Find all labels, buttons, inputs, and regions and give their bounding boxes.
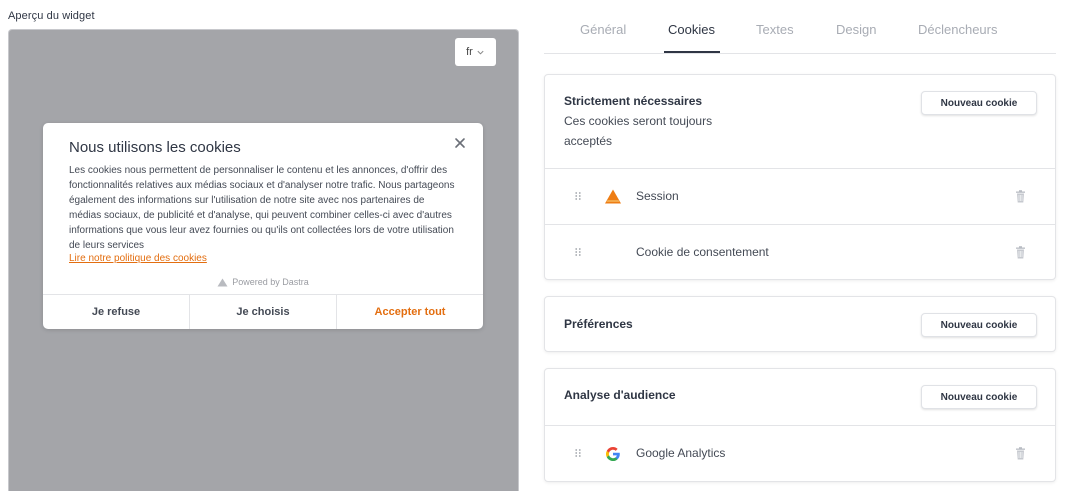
tab-declencheurs[interactable]: Déclencheurs bbox=[918, 22, 998, 37]
cookie-row-google-analytics[interactable]: Google Analytics bbox=[545, 425, 1055, 481]
modal-title: Nous utilisons les cookies bbox=[69, 139, 241, 156]
section-necessary: Strictement nécessaires Ces cookies sero… bbox=[544, 74, 1056, 280]
refuse-button[interactable]: Je refuse bbox=[43, 295, 189, 329]
tab-general[interactable]: Général bbox=[580, 22, 626, 37]
section-audience-title: Analyse d'audience bbox=[564, 388, 676, 402]
chevron-down-icon bbox=[477, 50, 484, 55]
powered-by: Powered by Dastra bbox=[43, 277, 483, 287]
modal-body-text: Les cookies nous permettent de personnal… bbox=[69, 165, 455, 251]
new-cookie-button-preferences[interactable]: Nouveau cookie bbox=[921, 313, 1037, 337]
tab-design[interactable]: Design bbox=[836, 22, 876, 37]
trash-icon[interactable] bbox=[1015, 447, 1026, 460]
preview-label: Aperçu du widget bbox=[8, 10, 95, 22]
tab-cookies[interactable]: Cookies bbox=[668, 22, 715, 37]
close-icon[interactable] bbox=[453, 136, 467, 150]
language-value: fr bbox=[466, 46, 473, 58]
section-preferences-title: Préférences bbox=[564, 317, 633, 331]
new-cookie-button-necessary[interactable]: Nouveau cookie bbox=[921, 91, 1037, 115]
cookie-label: Cookie de consentement bbox=[636, 245, 769, 259]
google-icon bbox=[606, 447, 620, 461]
section-audience: Analyse d'audience Nouveau cookie Google… bbox=[544, 368, 1056, 482]
section-necessary-title: Strictement nécessaires bbox=[564, 94, 703, 108]
accept-all-button[interactable]: Accepter tout bbox=[336, 295, 483, 329]
section-preferences: Préférences Nouveau cookie bbox=[544, 296, 1056, 352]
trash-icon[interactable] bbox=[1015, 190, 1026, 203]
dastra-icon bbox=[605, 189, 621, 204]
dastra-logo-icon bbox=[217, 278, 228, 286]
cookie-banner-modal: Nous utilisons les cookies Les cookies n… bbox=[43, 123, 483, 329]
cookie-row-session[interactable]: Session bbox=[545, 168, 1055, 224]
drag-handle-icon[interactable] bbox=[574, 191, 582, 201]
modal-actions: Je refuse Je choisis Accepter tout bbox=[43, 294, 483, 329]
drag-handle-icon[interactable] bbox=[574, 247, 582, 257]
language-select[interactable]: fr bbox=[455, 38, 496, 66]
cookie-label: Google Analytics bbox=[636, 446, 726, 460]
tab-textes[interactable]: Textes bbox=[756, 22, 794, 37]
cookie-policy-link[interactable]: Lire notre politique des cookies bbox=[69, 253, 207, 264]
active-tab-indicator bbox=[664, 51, 720, 53]
section-necessary-description: Ces cookies seront toujours acceptés bbox=[564, 114, 713, 148]
powered-by-text: Powered by Dastra bbox=[232, 277, 309, 287]
drag-handle-icon[interactable] bbox=[574, 448, 582, 458]
cookie-row-consent[interactable]: Cookie de consentement bbox=[545, 224, 1055, 280]
cookie-label: Session bbox=[636, 189, 679, 203]
choose-button[interactable]: Je choisis bbox=[189, 295, 336, 329]
settings-tabs: Général Cookies Textes Design Déclencheu… bbox=[544, 0, 1056, 54]
new-cookie-button-audience[interactable]: Nouveau cookie bbox=[921, 385, 1037, 409]
trash-icon[interactable] bbox=[1015, 246, 1026, 259]
